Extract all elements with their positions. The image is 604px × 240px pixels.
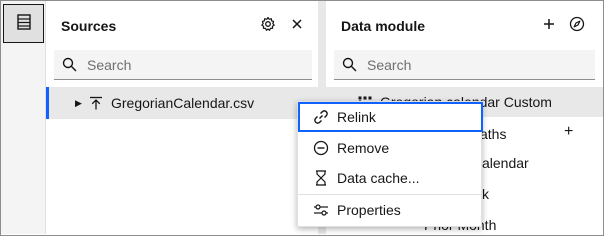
search-placeholder: Search [367, 56, 412, 73]
link-icon [313, 109, 329, 125]
menu-item-properties[interactable]: Properties [298, 195, 483, 225]
expand-caret-icon[interactable]: ▶ [75, 98, 87, 109]
menu-item-remove[interactable]: Remove [298, 133, 483, 163]
settings-gear-icon[interactable] [259, 15, 277, 33]
menu-item-label: Properties [337, 202, 401, 218]
add-icon[interactable]: + [564, 123, 573, 141]
source-file-name: GregorianCalendar.csv [111, 95, 255, 111]
table-icon [16, 14, 31, 33]
tree-item-label: k [482, 186, 489, 202]
tree-item-k[interactable]: k [482, 179, 489, 209]
sources-search-input[interactable]: Search [54, 50, 312, 80]
remove-circle-icon [313, 140, 329, 156]
menu-item-label: Relink [337, 109, 376, 125]
compass-icon[interactable] [568, 15, 586, 33]
tree-item-label: aths [480, 126, 507, 142]
menu-item-label: Remove [337, 140, 390, 156]
sources-title: Sources [61, 18, 117, 34]
search-placeholder: Search [87, 56, 132, 73]
tree-item-paths[interactable]: aths [480, 119, 506, 149]
sources-panel: Sources Search ▶ GregorianCalendar.csv [46, 1, 318, 234]
menu-item-relink[interactable]: Relink [298, 102, 483, 132]
tree-item-calendar[interactable]: alendar [482, 148, 529, 178]
sliders-icon [313, 202, 329, 218]
source-file-row[interactable]: ▶ GregorianCalendar.csv [46, 87, 318, 119]
search-icon [342, 57, 357, 72]
search-icon [62, 57, 77, 72]
left-toolbar [1, 1, 46, 234]
tree-item-label: alendar [482, 155, 529, 171]
close-icon[interactable] [288, 15, 306, 33]
add-icon[interactable] [540, 15, 558, 33]
hourglass-icon [313, 170, 329, 186]
data-module-title: Data module [341, 18, 426, 34]
upload-icon [89, 96, 103, 110]
data-module-search-input[interactable]: Search [334, 50, 595, 80]
menu-item-label: Data cache... [337, 170, 420, 186]
data-module-toggle-button[interactable] [3, 4, 44, 43]
context-menu: Relink Remove Data cache... Properties [297, 101, 483, 227]
menu-item-data-cache[interactable]: Data cache... [298, 163, 483, 193]
